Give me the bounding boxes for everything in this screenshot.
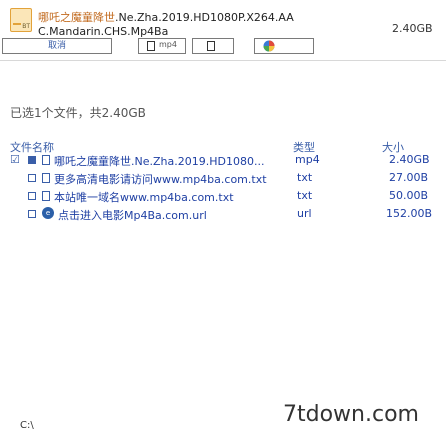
row-type: url	[297, 207, 312, 220]
watermark-text: 7tdown.com	[283, 402, 419, 427]
row-name: 哪吒之魔童降世.Ne.Zha.2019.HD1080...	[54, 155, 265, 168]
filter-ext-field[interactable]: mp4	[138, 38, 186, 54]
filter-doc-field[interactable]	[192, 38, 234, 54]
row-name: 更多高清电影请访问www.mp4ba.com.txt	[54, 173, 267, 186]
file-icon	[42, 191, 50, 201]
selection-summary: 已选1个文件，共2.40GB	[10, 106, 146, 120]
table-row[interactable]: 本站唯一域名www.mp4ba.com.txt txt 50.00B	[10, 189, 440, 205]
table-row[interactable]: 更多高清电影请访问www.mp4ba.com.txt txt 27.00B	[10, 171, 440, 187]
save-path[interactable]: C:\	[20, 420, 34, 431]
row-size: 2.40GB	[389, 153, 430, 166]
file-icon	[147, 41, 155, 51]
row-name: 点击进入电影Mp4Ba.com.url	[58, 209, 207, 222]
select-all-label: 取消	[47, 41, 66, 51]
title-cn: 哪吒之魔童降世	[38, 11, 115, 24]
title-rest: .Ne.Zha.2019.HD1080P.X264.AA	[115, 11, 294, 24]
expand-check-icon: ☑	[10, 153, 20, 166]
toolbar: 取消 mp4	[2, 38, 444, 56]
row-size: 27.00B	[389, 171, 429, 184]
color-wheel-icon	[263, 40, 275, 52]
torrent-file-icon: BT	[10, 8, 32, 32]
select-all-button[interactable]: 取消	[2, 38, 112, 54]
filter-color-field[interactable]	[254, 38, 314, 54]
table-row[interactable]: ☑ 哪吒之魔童降世.Ne.Zha.2019.HD1080... mp4 2.40…	[10, 153, 440, 169]
row-size: 152.00B	[386, 207, 433, 220]
row-type: mp4	[295, 153, 320, 166]
title-line2: C.Mandarin.CHS.Mp4Ba	[38, 25, 169, 38]
row-checkbox[interactable]	[28, 210, 36, 218]
row-type: txt	[297, 171, 313, 184]
row-checkbox[interactable]	[28, 192, 36, 200]
document-icon	[207, 41, 215, 51]
total-size: 2.40GB	[392, 22, 433, 35]
table-row[interactable]: e 点击进入电影Mp4Ba.com.url url 152.00B	[10, 207, 440, 223]
row-checkbox[interactable]	[28, 156, 36, 164]
web-icon: e	[42, 207, 54, 219]
row-checkbox[interactable]	[28, 174, 36, 182]
filter-ext-label: mp4	[159, 40, 177, 49]
toolbar-divider	[0, 60, 446, 61]
file-icon	[42, 173, 50, 183]
row-size: 50.00B	[389, 189, 429, 202]
file-icon	[42, 155, 50, 165]
row-name: 本站唯一域名www.mp4ba.com.txt	[54, 191, 234, 204]
torrent-title: 哪吒之魔童降世.Ne.Zha.2019.HD1080P.X264.AA C.Ma…	[38, 11, 308, 39]
row-type: txt	[297, 189, 313, 202]
